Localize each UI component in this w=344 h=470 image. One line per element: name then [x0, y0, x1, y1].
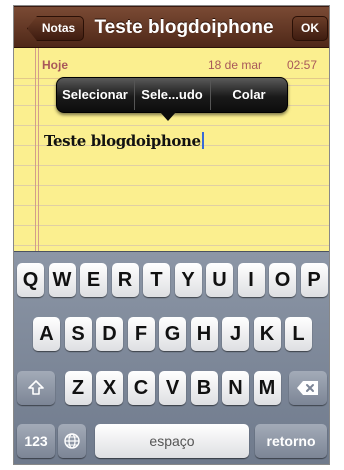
key-y[interactable]: Y	[174, 263, 202, 297]
key-m[interactable]: M	[253, 371, 281, 405]
key-o[interactable]: O	[269, 263, 296, 297]
key-n[interactable]: N	[222, 371, 249, 405]
shift-key[interactable]	[17, 371, 55, 405]
key-x[interactable]: X	[96, 371, 123, 405]
note-body-text[interactable]: Teste blogdoiphone	[44, 132, 204, 150]
note-day-label: Hoje	[42, 58, 69, 72]
note-text-content: Teste blogdoiphone	[44, 132, 201, 150]
key-d[interactable]: D	[96, 317, 123, 351]
note-title: Teste blogdoiphone	[94, 17, 274, 38]
return-key[interactable]: retorno	[255, 424, 327, 458]
key-j[interactable]: J	[222, 317, 249, 351]
margin-line	[38, 48, 39, 251]
key-q[interactable]: Q	[17, 263, 44, 297]
key-i[interactable]: I	[237, 263, 265, 297]
notes-back-button[interactable]: Notas	[27, 16, 84, 41]
edit-menu: Selecionar Sele...udo Colar	[56, 77, 288, 113]
key-t[interactable]: T	[143, 263, 170, 297]
select-all-menu-item[interactable]: Sele...udo	[135, 78, 209, 112]
note-header: Hoje 18 de mar 02:57	[14, 48, 330, 79]
paste-menu-item[interactable]: Colar	[211, 78, 287, 112]
key-a[interactable]: A	[33, 317, 60, 351]
key-c[interactable]: C	[127, 371, 155, 405]
edit-menu-pointer	[160, 112, 176, 121]
key-z[interactable]: Z	[64, 371, 92, 405]
key-k[interactable]: K	[253, 317, 281, 351]
backspace-key[interactable]	[289, 371, 327, 405]
globe-key[interactable]	[58, 424, 86, 458]
key-h[interactable]: H	[190, 317, 218, 351]
keyboard: Q W E R T Y U I O P A S D F G H J K L Z …	[14, 251, 330, 465]
select-menu-item[interactable]: Selecionar	[57, 78, 133, 112]
key-v[interactable]: V	[159, 371, 186, 405]
key-l[interactable]: L	[285, 317, 312, 351]
key-u[interactable]: U	[206, 263, 233, 297]
key-r[interactable]: R	[111, 263, 139, 297]
ok-button[interactable]: OK	[292, 16, 328, 41]
note-date-label: 18 de mar	[208, 58, 263, 72]
key-p[interactable]: P	[300, 263, 328, 297]
note-time-label: 02:57	[287, 58, 318, 72]
key-e[interactable]: E	[80, 263, 107, 297]
key-w[interactable]: W	[48, 263, 76, 297]
text-cursor	[201, 132, 204, 149]
key-s[interactable]: S	[64, 317, 92, 351]
space-key[interactable]: espaço	[95, 424, 249, 458]
navigation-bar: Notas Teste blogdoiphone OK	[14, 6, 330, 48]
key-b[interactable]: B	[190, 371, 218, 405]
backspace-icon	[297, 381, 318, 395]
key-f[interactable]: F	[127, 317, 155, 351]
notes-app-screen: Notas Teste blogdoiphone OK Hoje 18 de m…	[0, 0, 344, 470]
shift-icon	[28, 380, 44, 395]
numbers-key[interactable]: 123	[17, 424, 55, 458]
margin-line	[35, 48, 36, 251]
key-g[interactable]: G	[159, 317, 186, 351]
globe-icon	[64, 433, 80, 449]
